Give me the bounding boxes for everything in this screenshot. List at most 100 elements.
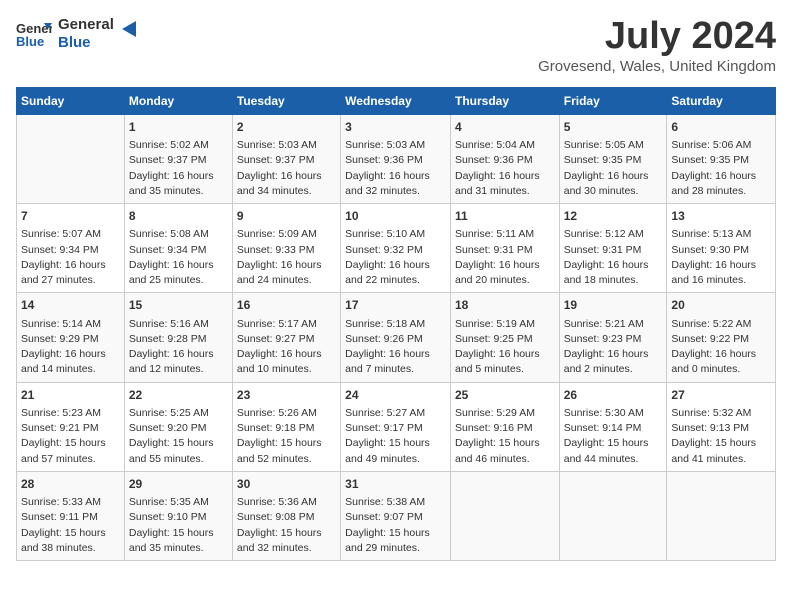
calendar-cell: 29Sunrise: 5:35 AM Sunset: 9:10 PM Dayli… <box>124 471 232 560</box>
day-info: Sunrise: 5:35 AM Sunset: 9:10 PM Dayligh… <box>129 495 228 556</box>
calendar-body: 1 Sunrise: 5:02 AM Sunset: 9:37 PM Daylig… <box>17 114 776 560</box>
day-number: 25 <box>455 387 555 404</box>
calendar-cell: 1 Sunrise: 5:02 AM Sunset: 9:37 PM Daylig… <box>124 114 232 203</box>
calendar-cell: 17 Sunrise: 5:18 AM Sunset: 9:26 PM Dayli… <box>341 293 451 382</box>
calendar-cell: 26Sunrise: 5:30 AM Sunset: 9:14 PM Dayli… <box>559 382 667 471</box>
day-number: 18 <box>455 297 555 314</box>
day-number: 23 <box>237 387 336 404</box>
day-info: Sunrise: 5:04 AM Sunset: 9:36 PM Dayligh… <box>455 138 555 199</box>
svg-text:Blue: Blue <box>16 34 44 49</box>
calendar-cell: 27Sunrise: 5:32 AM Sunset: 9:13 PM Dayli… <box>667 382 776 471</box>
page-header: General Blue General Blue July 2024 Grov… <box>16 16 776 75</box>
day-info: Sunrise: 5:27 AM Sunset: 9:17 PM Dayligh… <box>345 406 446 467</box>
calendar-cell: 18 Sunrise: 5:19 AM Sunset: 9:25 PM Dayli… <box>450 293 559 382</box>
weekday-header-monday: Monday <box>124 87 232 114</box>
calendar-cell: 20Sunrise: 5:22 AM Sunset: 9:22 PM Dayli… <box>667 293 776 382</box>
calendar-cell: 10Sunrise: 5:10 AM Sunset: 9:32 PM Dayli… <box>341 204 451 293</box>
calendar-cell: 5 Sunrise: 5:05 AM Sunset: 9:35 PM Daylig… <box>559 114 667 203</box>
day-info: Sunrise: 5:26 AM Sunset: 9:18 PM Dayligh… <box>237 406 336 467</box>
day-info: Sunrise: 5:18 AM Sunset: 9:26 PM Dayligh… <box>345 317 446 378</box>
day-number: 12 <box>564 208 663 225</box>
day-number: 31 <box>345 476 446 493</box>
day-number: 19 <box>564 297 663 314</box>
calendar-cell: 28Sunrise: 5:33 AM Sunset: 9:11 PM Dayli… <box>17 471 125 560</box>
calendar-cell: 16 Sunrise: 5:17 AM Sunset: 9:27 PM Dayli… <box>232 293 340 382</box>
calendar-header: SundayMondayTuesdayWednesdayThursdayFrid… <box>17 87 776 114</box>
logo-icon: General Blue <box>16 19 52 49</box>
day-info: Sunrise: 5:02 AM Sunset: 9:37 PM Dayligh… <box>129 138 228 199</box>
calendar-cell: 24 Sunrise: 5:27 AM Sunset: 9:17 PM Dayli… <box>341 382 451 471</box>
calendar-cell: 25 Sunrise: 5:29 AM Sunset: 9:16 PM Dayli… <box>450 382 559 471</box>
day-info: Sunrise: 5:03 AM Sunset: 9:37 PM Dayligh… <box>237 138 336 199</box>
calendar-cell: 13 Sunrise: 5:13 AM Sunset: 9:30 PM Dayli… <box>667 204 776 293</box>
day-info: Sunrise: 5:03 AM Sunset: 9:36 PM Dayligh… <box>345 138 446 199</box>
calendar-week-3: 14 Sunrise: 5:14 AM Sunset: 9:29 PM Dayli… <box>17 293 776 382</box>
calendar-cell: 11 Sunrise: 5:11 AM Sunset: 9:31 PM Dayli… <box>450 204 559 293</box>
calendar-cell: 21Sunrise: 5:23 AM Sunset: 9:21 PM Dayli… <box>17 382 125 471</box>
calendar-cell <box>559 471 667 560</box>
weekday-header-sunday: Sunday <box>17 87 125 114</box>
day-info: Sunrise: 5:13 AM Sunset: 9:30 PM Dayligh… <box>671 227 771 288</box>
day-number: 6 <box>671 119 771 136</box>
day-info: Sunrise: 5:14 AM Sunset: 9:29 PM Dayligh… <box>21 317 120 378</box>
day-info: Sunrise: 5:32 AM Sunset: 9:13 PM Dayligh… <box>671 406 771 467</box>
logo-general: General <box>58 16 114 34</box>
day-number: 16 <box>237 297 336 314</box>
day-info: Sunrise: 5:07 AM Sunset: 9:34 PM Dayligh… <box>21 227 120 288</box>
calendar-cell: 14 Sunrise: 5:14 AM Sunset: 9:29 PM Dayli… <box>17 293 125 382</box>
calendar-cell: 22Sunrise: 5:25 AM Sunset: 9:20 PM Dayli… <box>124 382 232 471</box>
day-info: Sunrise: 5:19 AM Sunset: 9:25 PM Dayligh… <box>455 317 555 378</box>
day-info: Sunrise: 5:30 AM Sunset: 9:14 PM Dayligh… <box>564 406 663 467</box>
calendar-cell: 4 Sunrise: 5:04 AM Sunset: 9:36 PM Daylig… <box>450 114 559 203</box>
day-info: Sunrise: 5:33 AM Sunset: 9:11 PM Dayligh… <box>21 495 120 556</box>
day-number: 20 <box>671 297 771 314</box>
day-info: Sunrise: 5:09 AM Sunset: 9:33 PM Dayligh… <box>237 227 336 288</box>
day-number: 11 <box>455 208 555 225</box>
day-number: 13 <box>671 208 771 225</box>
calendar-cell: 19 Sunrise: 5:21 AM Sunset: 9:23 PM Dayli… <box>559 293 667 382</box>
day-number: 10 <box>345 208 446 225</box>
weekday-header-row: SundayMondayTuesdayWednesdayThursdayFrid… <box>17 87 776 114</box>
day-number: 14 <box>21 297 120 314</box>
calendar-cell <box>450 471 559 560</box>
calendar-cell: 23 Sunrise: 5:26 AM Sunset: 9:18 PM Dayli… <box>232 382 340 471</box>
calendar-cell: 9 Sunrise: 5:09 AM Sunset: 9:33 PM Daylig… <box>232 204 340 293</box>
day-number: 9 <box>237 208 336 225</box>
day-number: 15 <box>129 297 228 314</box>
day-number: 30 <box>237 476 336 493</box>
calendar-cell <box>17 114 125 203</box>
day-info: Sunrise: 5:17 AM Sunset: 9:27 PM Dayligh… <box>237 317 336 378</box>
calendar-cell: 7 Sunrise: 5:07 AM Sunset: 9:34 PM Daylig… <box>17 204 125 293</box>
day-number: 17 <box>345 297 446 314</box>
calendar-cell: 30Sunrise: 5:36 AM Sunset: 9:08 PM Dayli… <box>232 471 340 560</box>
day-info: Sunrise: 5:12 AM Sunset: 9:31 PM Dayligh… <box>564 227 663 288</box>
calendar-cell <box>667 471 776 560</box>
day-info: Sunrise: 5:06 AM Sunset: 9:35 PM Dayligh… <box>671 138 771 199</box>
calendar-week-5: 28Sunrise: 5:33 AM Sunset: 9:11 PM Dayli… <box>17 471 776 560</box>
calendar-cell: 2 Sunrise: 5:03 AM Sunset: 9:37 PM Daylig… <box>232 114 340 203</box>
day-number: 24 <box>345 387 446 404</box>
day-info: Sunrise: 5:08 AM Sunset: 9:34 PM Dayligh… <box>129 227 228 288</box>
day-number: 2 <box>237 119 336 136</box>
calendar-cell: 3 Sunrise: 5:03 AM Sunset: 9:36 PM Daylig… <box>341 114 451 203</box>
calendar-cell: 31 Sunrise: 5:38 AM Sunset: 9:07 PM Dayli… <box>341 471 451 560</box>
day-number: 3 <box>345 119 446 136</box>
day-number: 8 <box>129 208 228 225</box>
day-number: 5 <box>564 119 663 136</box>
day-info: Sunrise: 5:29 AM Sunset: 9:16 PM Dayligh… <box>455 406 555 467</box>
calendar-week-1: 1 Sunrise: 5:02 AM Sunset: 9:37 PM Daylig… <box>17 114 776 203</box>
day-number: 7 <box>21 208 120 225</box>
day-number: 21 <box>21 387 120 404</box>
logo-blue: Blue <box>58 34 114 52</box>
calendar-table: SundayMondayTuesdayWednesdayThursdayFrid… <box>16 87 776 561</box>
calendar-cell: 6 Sunrise: 5:06 AM Sunset: 9:35 PM Daylig… <box>667 114 776 203</box>
weekday-header-wednesday: Wednesday <box>341 87 451 114</box>
day-info: Sunrise: 5:11 AM Sunset: 9:31 PM Dayligh… <box>455 227 555 288</box>
day-info: Sunrise: 5:21 AM Sunset: 9:23 PM Dayligh… <box>564 317 663 378</box>
day-number: 1 <box>129 119 228 136</box>
day-number: 4 <box>455 119 555 136</box>
weekday-header-tuesday: Tuesday <box>232 87 340 114</box>
day-info: Sunrise: 5:16 AM Sunset: 9:28 PM Dayligh… <box>129 317 228 378</box>
day-info: Sunrise: 5:05 AM Sunset: 9:35 PM Dayligh… <box>564 138 663 199</box>
day-info: Sunrise: 5:38 AM Sunset: 9:07 PM Dayligh… <box>345 495 446 556</box>
